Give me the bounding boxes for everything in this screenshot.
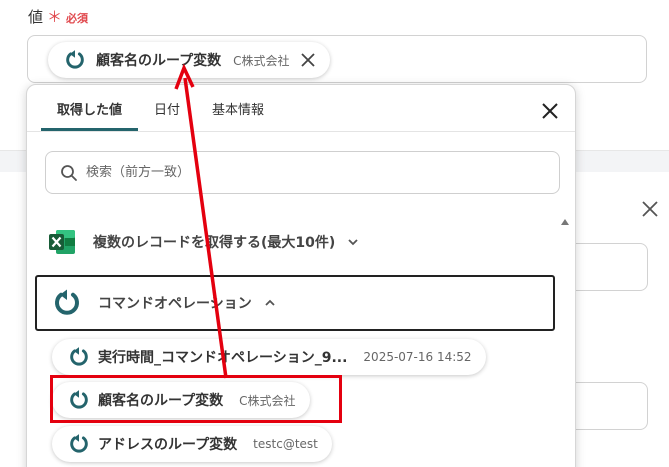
annotation-arrow (174, 63, 228, 379)
